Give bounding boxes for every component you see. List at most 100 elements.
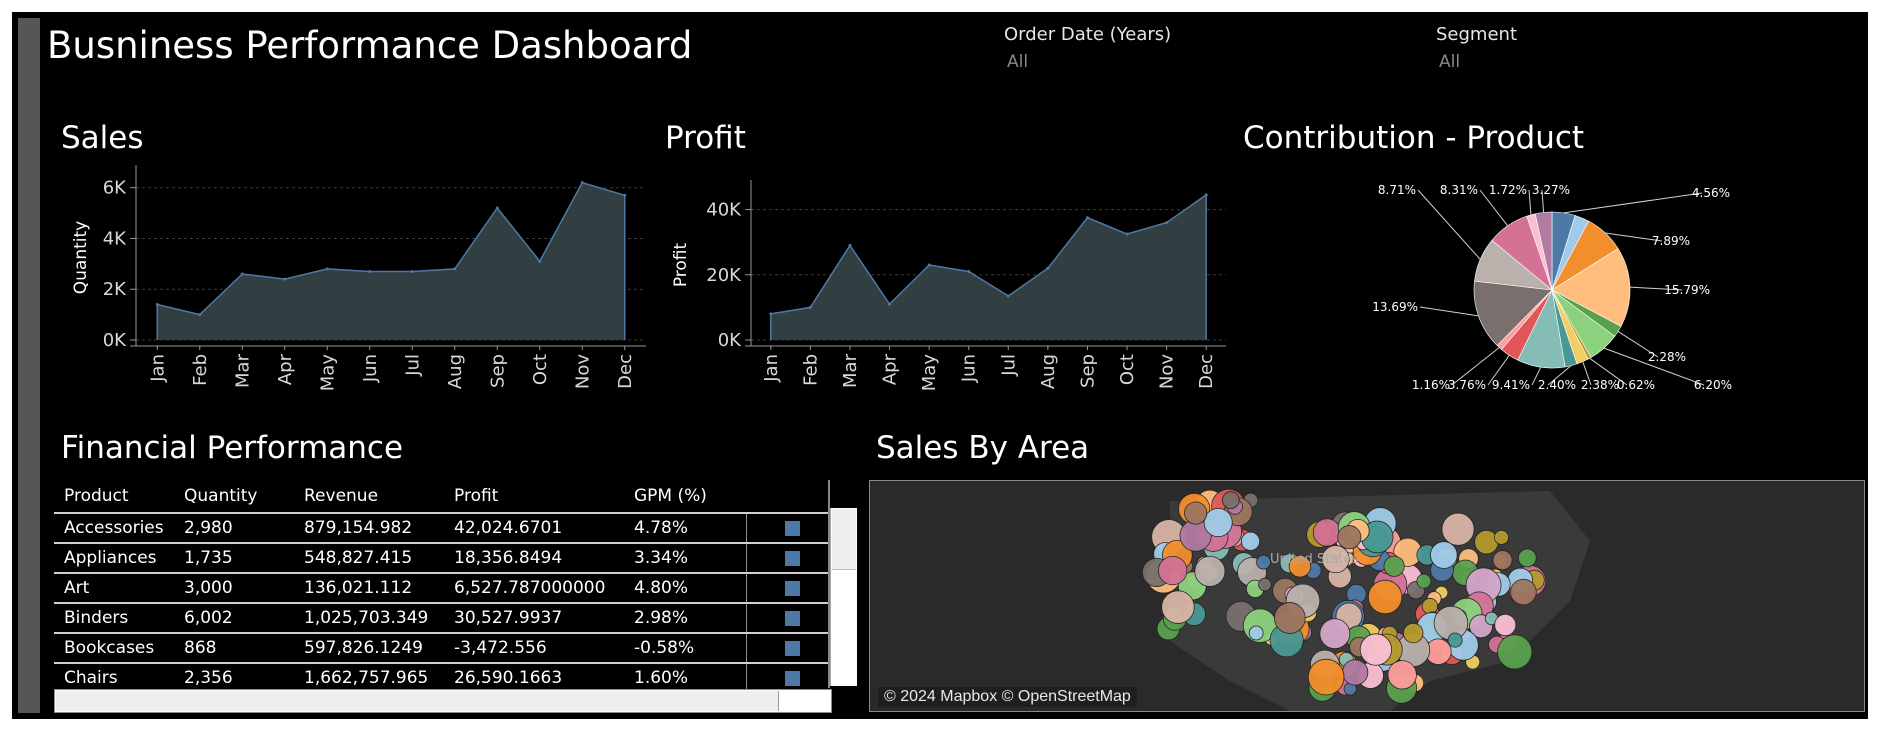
marker-column-divider <box>746 544 747 572</box>
table-row[interactable]: Chairs 2,356 1,662,757.965 26,590.1663 1.60% <box>54 662 830 692</box>
map-bubble <box>1273 602 1306 634</box>
pie-label: 0.62% <box>1617 378 1655 392</box>
y-tick-label: 40K <box>706 200 742 221</box>
row-marker[interactable] <box>785 611 800 626</box>
column-header-revenue[interactable]: Revenue <box>304 486 378 506</box>
table-horizontal-scrollbar[interactable] <box>54 689 832 713</box>
x-tick-label: Jun <box>959 354 980 383</box>
data-point <box>155 302 159 306</box>
y-tick-label: 0K <box>718 330 742 351</box>
row-marker[interactable] <box>785 671 800 686</box>
table-row[interactable]: Binders 6,002 1,025,703.349 30,527.9937 2.98… <box>54 602 830 632</box>
map-bubble <box>1510 578 1537 606</box>
row-marker[interactable] <box>785 551 800 566</box>
row-marker[interactable] <box>785 641 800 656</box>
data-point <box>240 272 244 276</box>
cell-quantity: 6,002 <box>184 608 233 628</box>
data-point <box>1085 216 1089 220</box>
table-row[interactable]: Art 3,000 136,021.112 6,527.787000000 4.80% <box>54 572 830 602</box>
pie-label: 8.71% <box>1378 183 1416 197</box>
pie-label: 1.16% <box>1412 378 1450 392</box>
cell-product: Appliances <box>64 548 157 568</box>
map-bubble <box>1256 554 1271 570</box>
table-row[interactable]: Appliances 1,735 548,827.415 18,356.8494 3.3… <box>54 542 830 572</box>
cell-quantity: 2,980 <box>184 518 233 538</box>
vertical-scroll-thumb[interactable] <box>832 509 856 570</box>
x-tick-label: Nov <box>572 354 593 389</box>
data-point <box>1125 232 1129 236</box>
horizontal-scroll-thumb[interactable] <box>56 691 779 711</box>
y-tick-label: 6K <box>103 178 127 199</box>
data-point <box>580 181 584 185</box>
x-tick-label: Dec <box>1196 354 1217 389</box>
column-header-quantity[interactable]: Quantity <box>184 486 257 506</box>
y-tick-label: 20K <box>706 265 742 286</box>
map-bubble <box>1158 555 1188 586</box>
pie-label: 3.76% <box>1448 378 1486 392</box>
y-tick-label: 2K <box>103 279 127 300</box>
map-bubble <box>1319 618 1351 650</box>
data-point <box>453 267 457 271</box>
map-canvas[interactable]: United States <box>870 481 1864 711</box>
y-axis-title: Profit <box>671 242 691 287</box>
x-tick-label: Jan <box>147 354 168 383</box>
x-tick-label: Oct <box>530 354 551 385</box>
pie-label: 4.56% <box>1692 186 1730 200</box>
area-fill <box>157 182 625 340</box>
map-bubble <box>1492 550 1513 571</box>
table-row[interactable]: Bookcases 868 597,826.1249 -3,472.556 -0.58% <box>54 632 830 662</box>
cell-gpm: 4.80% <box>634 578 689 598</box>
data-point <box>927 263 931 267</box>
marker-column-divider <box>746 574 747 602</box>
cell-product: Binders <box>64 608 129 628</box>
table-row[interactable]: Accessories 2,980 879,154.982 42,024.6701 4.… <box>54 512 830 542</box>
cell-product: Art <box>64 578 90 598</box>
x-tick-label: Feb <box>190 354 211 386</box>
map-bubble <box>1240 531 1261 551</box>
filter-order-date-value[interactable]: All <box>1007 52 1028 72</box>
cell-quantity: 3,000 <box>184 578 233 598</box>
row-marker[interactable] <box>785 581 800 596</box>
column-header-product[interactable]: Product <box>64 486 129 506</box>
data-point <box>283 277 287 281</box>
cell-profit: 6,527.787000000 <box>454 578 606 598</box>
map-bubble <box>1184 501 1208 525</box>
filter-order-date-label: Order Date (Years) <box>1004 24 1172 45</box>
x-tick-label: Sep <box>487 354 508 388</box>
cell-quantity: 2,356 <box>184 668 233 688</box>
x-tick-label: Nov <box>1157 354 1178 389</box>
x-tick-label: Apr <box>880 353 901 385</box>
map-section-title: Sales By Area <box>876 430 1090 466</box>
pie-label: 2.38% <box>1581 378 1619 392</box>
sales-section-title: Sales <box>61 120 144 156</box>
data-point <box>325 267 329 271</box>
table-vertical-scrollbar[interactable] <box>830 508 857 686</box>
pie-label: 2.28% <box>1648 350 1686 364</box>
pie-leader-line <box>1417 189 1481 260</box>
column-header-gpm[interactable]: GPM (%) <box>634 486 707 506</box>
map-bubble <box>1387 660 1417 690</box>
map-bubble <box>1494 529 1509 545</box>
map-bubble <box>1441 512 1475 546</box>
data-point <box>538 259 542 263</box>
cell-profit: 30,527.9937 <box>454 608 563 628</box>
cell-product: Accessories <box>64 518 164 538</box>
pie-leader-line <box>1419 306 1479 317</box>
sales-map[interactable]: United States © 2024 Mapbox © OpenStreet… <box>869 480 1865 712</box>
map-attribution[interactable]: © 2024 Mapbox © OpenStreetMap <box>878 687 1137 707</box>
pie-label: 6.20% <box>1694 378 1732 392</box>
cell-profit: 42,024.6701 <box>454 518 563 538</box>
cell-profit: -3,472.556 <box>454 638 547 658</box>
pie-label: 8.31% <box>1440 183 1478 197</box>
filter-segment-label: Segment <box>1436 24 1517 45</box>
map-bubble <box>1312 518 1342 547</box>
contribution-pie-chart: 4.56% 7.89% 15.79% 2.28% 6.20% 0.62%2.38% 2.40… <box>1372 183 1732 392</box>
filter-segment-value[interactable]: All <box>1439 52 1460 72</box>
cell-product: Bookcases <box>64 638 155 658</box>
y-axis-title: Quantity <box>71 221 91 294</box>
row-marker[interactable] <box>785 521 800 536</box>
x-tick-label: Mar <box>840 353 861 388</box>
x-tick-label: Apr <box>275 353 296 385</box>
column-header-profit[interactable]: Profit <box>454 486 498 506</box>
data-point <box>769 312 773 316</box>
